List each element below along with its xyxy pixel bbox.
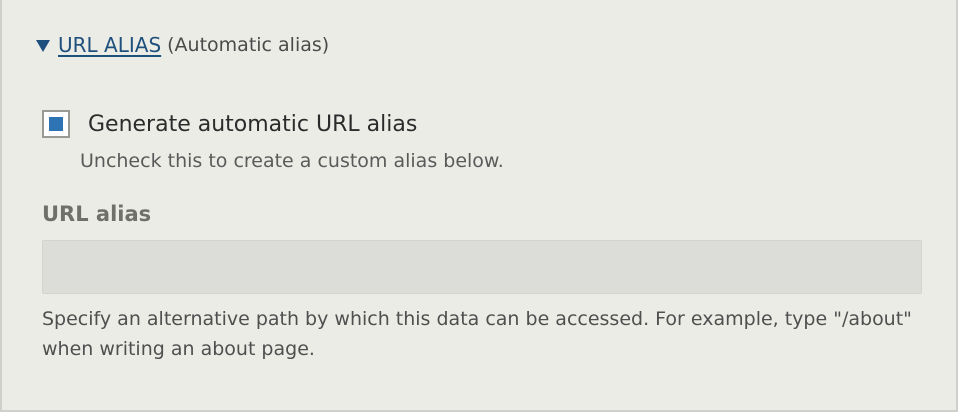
url-alias-fieldset: URL ALIAS (Automatic alias) Generate aut…: [0, 0, 958, 412]
url-alias-input[interactable]: [42, 240, 922, 294]
url-alias-field-label: URL alias: [42, 202, 152, 226]
url-alias-summary[interactable]: URL ALIAS (Automatic alias): [36, 31, 329, 59]
generate-automatic-alias-checkbox[interactable]: [42, 110, 70, 138]
triangle-down-icon[interactable]: [36, 40, 50, 52]
url-alias-summary-note: (Automatic alias): [167, 34, 330, 56]
checkbox-checked-indicator: [49, 117, 63, 131]
url-alias-toggle-link[interactable]: URL ALIAS: [58, 33, 161, 57]
generate-automatic-alias-row: Generate automatic URL alias: [42, 110, 417, 138]
generate-automatic-alias-description: Uncheck this to create a custom alias be…: [80, 150, 504, 172]
generate-automatic-alias-label[interactable]: Generate automatic URL alias: [88, 112, 417, 137]
url-alias-field-description: Specify an alternative path by which thi…: [42, 308, 912, 360]
